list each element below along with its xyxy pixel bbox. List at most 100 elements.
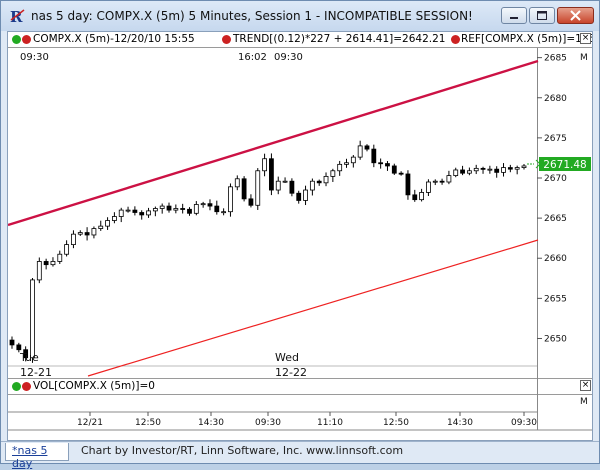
candle-body [501,167,506,173]
date-label-tue: 12-21 [20,366,52,379]
candle-body [269,158,274,191]
price-tick-label: 2660 [544,254,567,264]
candle-body [309,180,315,191]
candle-body [30,279,35,359]
candle-body [371,148,377,164]
maximize-button[interactable] [529,7,555,24]
candle-body [50,261,56,266]
time-tick-label: 11:10 [317,418,343,428]
candle-body [337,163,343,172]
date-label-wed: 12-22 [275,366,307,379]
candle-body [43,261,49,266]
candle-body [282,180,288,183]
top-time-mid-a: 16:02 [238,52,267,63]
candle-body [344,162,349,165]
price-tick-label: 2665 [544,214,567,224]
close-icon [570,10,581,21]
scroll-marker-top[interactable]: M [580,53,588,63]
candle-body [323,175,329,184]
time-axis: 12/21 12:50 14:30 09:30 11:10 12:50 14:30 09:30 [77,412,537,428]
candle-body [9,339,15,346]
candle-body [398,172,404,175]
candle-body [98,225,104,229]
minimize-button[interactable] [501,7,527,24]
lower-trend-line[interactable] [87,239,539,377]
candle-body [36,261,42,281]
candle-body [71,233,76,245]
candle-body [507,167,513,170]
candle-body [330,170,336,177]
chart-tab[interactable]: *nas 5 day [5,443,69,470]
candle-body [152,208,158,212]
candle-body [275,180,281,191]
candle-body [303,189,308,201]
last-price-marker: 2671.48 [527,157,591,171]
price-tick-label: 2655 [544,294,567,304]
investor-rt-app-icon[interactable]: R [9,8,25,24]
scroll-marker-bottom[interactable]: M [580,397,588,407]
candle-body [487,168,493,171]
close-button[interactable] [557,7,594,24]
candle-body [296,192,302,201]
candle-body [262,158,267,172]
candle-body [460,169,465,174]
time-tick-label: 09:30 [255,418,281,428]
candle-body [125,209,131,212]
chart-client-area: COMPX.X (5m)-12/20/10 15:55 TREND[(0.12)… [7,31,593,441]
candle-body [159,205,165,209]
candle-body [234,178,240,188]
candle-body [385,163,390,167]
time-tick-label: 12/21 [77,418,103,428]
top-time-left: 09:30 [20,52,49,63]
candle-body [316,180,322,184]
candle-body [378,162,384,165]
time-tick-label: 09:30 [511,418,537,428]
time-tick-label: 12:50 [383,418,409,428]
price-tick-label: 2685 [544,54,567,64]
day-label-wed: Wed [275,351,299,364]
candle-body [180,208,186,210]
candle-body [84,232,90,236]
candle-body [432,180,438,183]
candle-body [350,156,356,164]
chart-credit: Chart by Investor/RT, Linn Software, Inc… [81,444,404,457]
candle-body [241,178,247,200]
candle-body [480,167,486,170]
title-bar[interactable]: R nas 5 day: COMPX.X (5m) 5 Minutes, Ses… [1,1,599,31]
candle-body [255,170,261,206]
chart-tab-label[interactable]: *nas 5 day [12,444,68,470]
candle-body [173,208,179,211]
candle-body [139,212,145,216]
candle-body [64,244,70,255]
candle-body [166,205,172,211]
candle-body [112,216,117,221]
day-label-tue: Tue [20,351,39,364]
candle-body [419,192,425,201]
price-axis: 2685 2680 2675 2670 2665 2660 2655 2650 [537,54,567,344]
price-tick-label: 2675 [544,134,567,144]
time-tick-label: 12:50 [135,418,161,428]
candle-body [473,167,479,172]
candle-body [200,203,206,206]
candle-body [357,145,363,158]
candle-body [248,198,254,206]
upper-trend-line[interactable] [8,59,539,227]
last-price-label: 2671.48 [543,159,586,171]
candle-body [207,203,213,207]
status-bar: *nas 5 day Chart by Investor/RT, Linn So… [1,441,599,470]
candle-body [57,253,63,262]
candle-body [453,169,459,176]
candle-body [494,168,500,173]
window-title: nas 5 day: COMPX.X (5m) 5 Minutes, Sessi… [31,9,473,23]
candle-body [521,165,527,168]
candle-body [412,194,418,201]
candle-body [364,145,370,150]
candle-body [105,220,110,227]
candle-body [405,173,411,196]
candle-body [289,180,295,194]
candle-body [214,205,220,213]
price-chart[interactable]: 26852680267526702665266026552650 12/21 12… [8,32,593,441]
candle-body [118,209,124,217]
candle-body [446,175,452,183]
maximize-icon [537,11,547,20]
